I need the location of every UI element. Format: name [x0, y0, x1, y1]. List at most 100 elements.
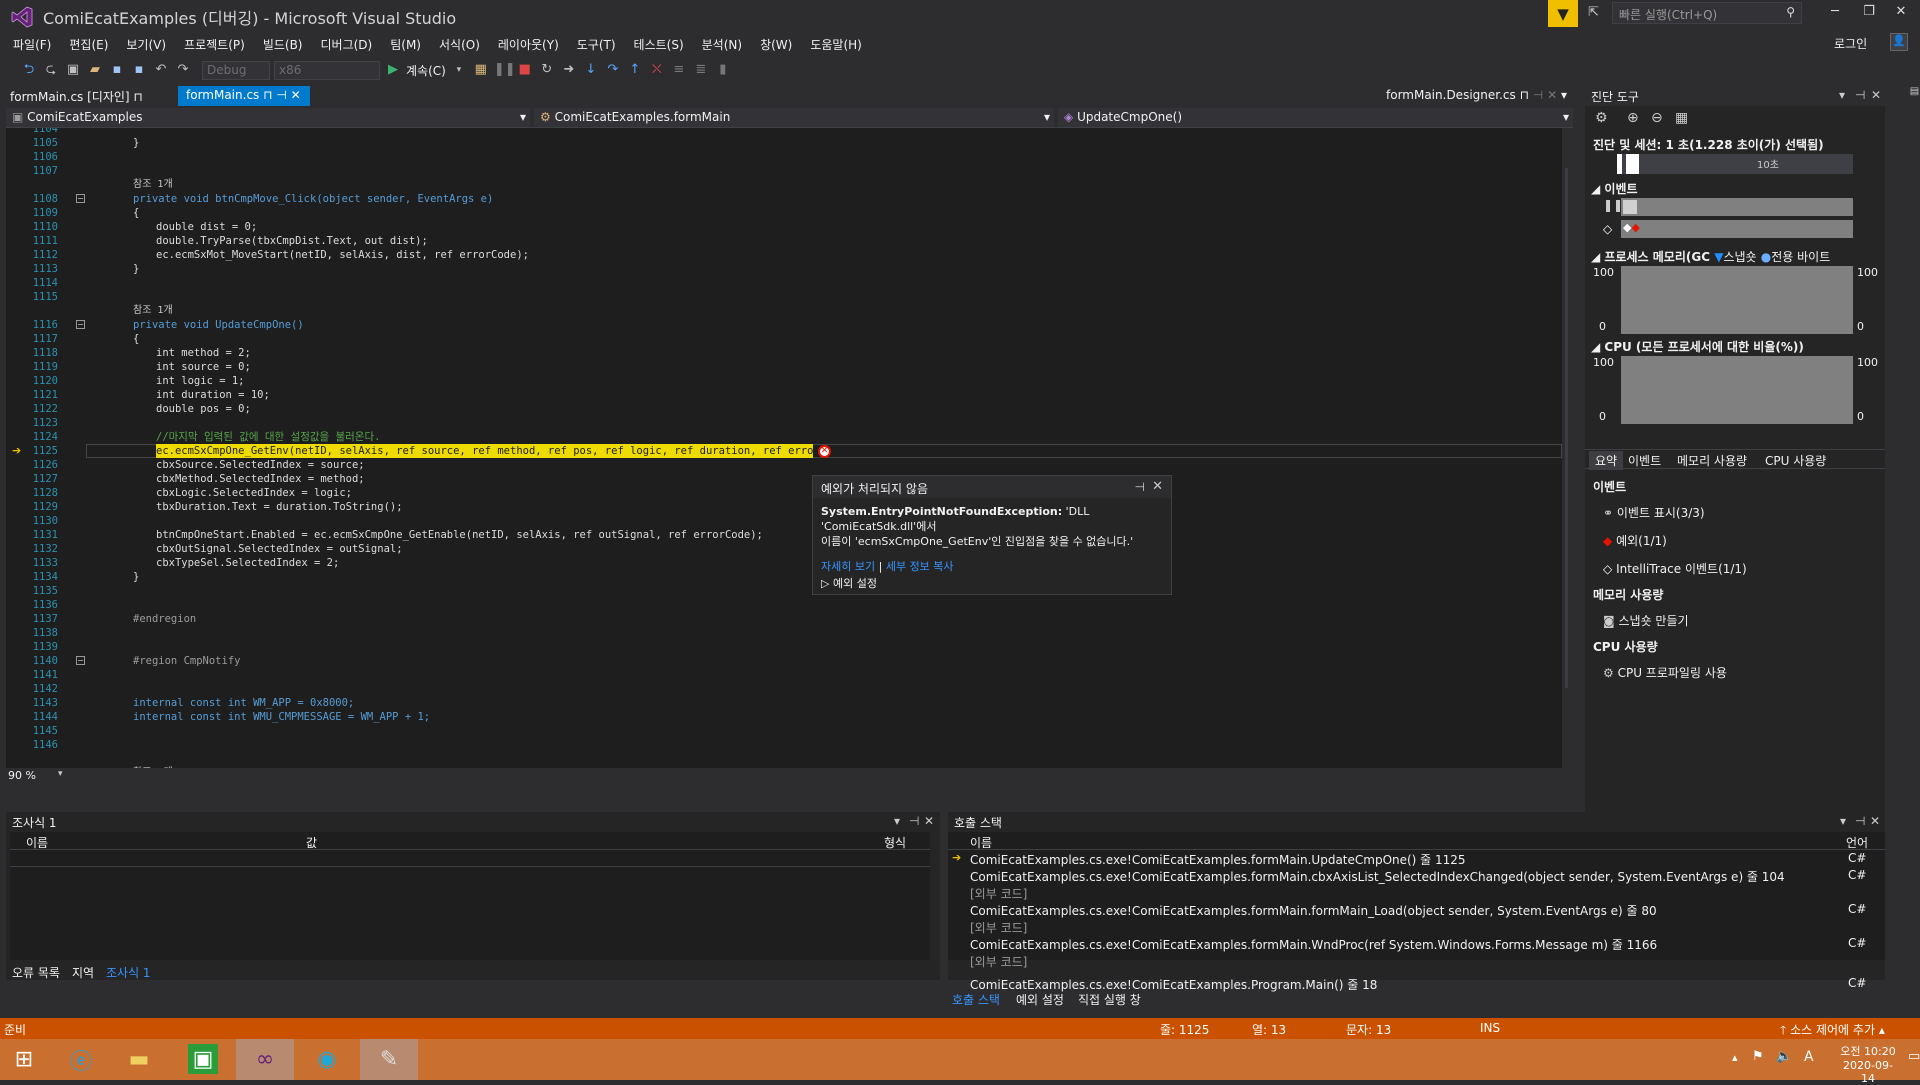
network-icon[interactable]: ⚑ — [1752, 1049, 1764, 1064]
tab-pin-icon[interactable]: ⊣ — [1533, 88, 1543, 102]
edge-icon[interactable]: ◉ — [298, 1039, 356, 1080]
open-file-icon[interactable]: ▰ — [86, 61, 104, 79]
project-dropdown[interactable]: ▣ ComiEcatExamples ▾ — [6, 108, 530, 127]
close-icon[interactable]: ✕ — [924, 814, 934, 828]
call-stack-row[interactable]: ➔ ComiEcatExamples.cs.exe!ComiEcatExample… — [948, 851, 1885, 868]
menu-build[interactable]: 빌드(B) — [254, 36, 312, 53]
chevron-down-icon[interactable]: ▾ — [1840, 814, 1846, 828]
tab-immediate-window[interactable]: 직접 실행 창 — [1078, 991, 1141, 1008]
notification-icon[interactable]: ▭ — [1908, 1049, 1920, 1064]
tab-exception-settings[interactable]: 예외 설정 — [1016, 991, 1064, 1008]
cpu-profiling-item[interactable]: ⚙ CPU 프로파일링 사용 — [1603, 664, 1727, 681]
breakpoint-toggle-icon[interactable]: ⛌ — [648, 61, 666, 79]
exceptions-item[interactable]: ◆ 예외(1/1) — [1603, 532, 1667, 549]
tab-pin-icon[interactable]: ⊣ — [276, 88, 286, 102]
code-editor[interactable]: 1104 1105 1106 1107 1108 1109 1110 1111 … — [6, 128, 1568, 784]
intellitrace-events-item[interactable]: ◇ IntelliTrace 이벤트(1/1) — [1603, 560, 1747, 577]
save-all-icon[interactable]: ▪ — [130, 61, 148, 79]
tab-formmain-cs[interactable]: formMain.cs ⊓ ⊣ ✕ — [178, 86, 310, 106]
show-next-statement-icon[interactable]: ➜ — [560, 61, 578, 79]
tab-call-stack[interactable]: 호출 스택 — [952, 991, 1000, 1008]
restore-button[interactable]: ❐ — [1854, 4, 1884, 19]
ime-indicator[interactable]: A — [1804, 1049, 1814, 1065]
menu-team[interactable]: 팀(M) — [381, 36, 430, 53]
tab-formmain-designer-cs[interactable]: formMain.Designer.cs ⊓ ⊣ ✕ ▾ — [1378, 86, 1575, 106]
chevron-down-icon[interactable]: ▾ — [894, 814, 900, 828]
forward-icon[interactable]: ⮎ — [42, 61, 60, 79]
events-section-header[interactable]: ◢ 이벤트 — [1591, 180, 1638, 197]
vertical-scrollbar[interactable] — [1562, 128, 1568, 784]
new-project-icon[interactable]: ▣ — [64, 61, 82, 79]
menu-debug[interactable]: 디버그(D) — [312, 36, 382, 53]
continue-button[interactable]: 계속(C) — [406, 62, 446, 79]
close-icon[interactable]: ✕ — [1547, 88, 1557, 102]
tab-watch-1[interactable]: 조사식 1 — [106, 964, 151, 981]
back-icon[interactable]: ⮌ — [20, 61, 38, 79]
chevron-down-icon[interactable]: ▾ — [1839, 88, 1845, 102]
menu-project[interactable]: 프로젝트(P) — [175, 36, 254, 53]
menu-test[interactable]: 테스트(S) — [625, 36, 693, 53]
call-stack-row[interactable]: ComiEcatExamples.cs.exe!ComiEcatExamples… — [948, 902, 1885, 919]
tab-locals[interactable]: 지역 — [72, 964, 94, 981]
menu-view[interactable]: 보기(V) — [117, 36, 175, 53]
close-icon[interactable]: ✕ — [291, 88, 301, 102]
take-snapshot-item[interactable]: ◙ 스냅숏 만들기 — [1603, 612, 1689, 629]
side-tool-strip[interactable]: ▤ — [1890, 86, 1920, 156]
codelens-references[interactable]: 참조 1개 — [133, 304, 173, 318]
menu-window[interactable]: 창(W) — [751, 36, 801, 53]
step-into-icon[interactable]: ↓ — [582, 61, 600, 79]
chevron-down-icon[interactable]: ▾ — [1561, 88, 1567, 102]
close-icon[interactable]: ✕ — [1871, 88, 1881, 102]
pin-icon[interactable]: ⊓ — [1520, 88, 1529, 102]
col-type[interactable]: 형식 — [884, 834, 906, 851]
volume-icon[interactable]: 🔈 — [1776, 1049, 1792, 1064]
tab-events[interactable]: 이벤트 — [1628, 452, 1661, 469]
cpu-chart[interactable] — [1621, 356, 1853, 424]
menu-format[interactable]: 서식(O) — [430, 36, 489, 53]
timeline-ruler[interactable]: 10초 — [1617, 154, 1853, 174]
clock[interactable]: 오전 10:20 2020-09-14 — [1838, 1043, 1898, 1085]
reset-view-icon[interactable]: ▦ — [1675, 110, 1688, 126]
redo-icon[interactable]: ↷ — [174, 61, 192, 79]
tab-formmain-designer[interactable]: formMain.cs [디자인] ⊓ — [2, 86, 151, 106]
call-stack-row[interactable]: [외부 코드] — [948, 885, 1885, 902]
step-out-icon[interactable]: ↑ — [626, 61, 644, 79]
dropdown-icon[interactable]: ▾ — [450, 61, 468, 79]
paint-app-icon[interactable]: ✎ — [360, 1039, 418, 1080]
copy-details-link[interactable]: 세부 정보 복사 — [886, 560, 954, 573]
show-events-item[interactable]: ⚭ 이벤트 표시(3/3) — [1603, 504, 1705, 521]
visual-studio-taskbar-icon[interactable]: ∞ — [236, 1039, 294, 1080]
pin-icon[interactable]: ⊓ — [263, 88, 272, 102]
tab-error-list[interactable]: 오류 목록 — [12, 964, 60, 981]
scrollbar-thumb[interactable] — [1565, 168, 1568, 688]
pin-icon[interactable]: ⊣ — [1855, 814, 1865, 828]
call-stack-row[interactable]: ComiEcatExamples.cs.exe!ComiEcatExamples… — [948, 936, 1885, 953]
close-icon[interactable]: ✕ — [1870, 814, 1880, 828]
tab-summary[interactable]: 요약 — [1589, 451, 1624, 470]
exception-error-icon[interactable]: ✕ — [818, 445, 831, 458]
bookmark-icon[interactable]: ▮ — [714, 61, 732, 79]
menu-edit[interactable]: 편집(E) — [60, 36, 117, 53]
pause-icon[interactable]: ❚❚ — [494, 61, 516, 79]
account-icon[interactable]: 👤 — [1890, 33, 1908, 51]
notification-filter-icon[interactable]: ▼ — [1548, 0, 1578, 27]
restart-icon[interactable]: ↻ — [538, 61, 556, 79]
menu-tools[interactable]: 도구(T) — [568, 36, 625, 53]
cpu-section-header[interactable]: ◢ CPU (모든 프로세서에 대한 비율(%)) — [1591, 338, 1804, 355]
call-stack-row[interactable]: ComiEcatExamples.cs.exe!ComiEcatExamples… — [948, 868, 1885, 885]
timeline-selection[interactable] — [1617, 154, 1639, 174]
collapse-icon[interactable]: − — [76, 194, 85, 203]
store-icon[interactable]: ▣ — [188, 1044, 218, 1074]
pin-icon[interactable]: ⊣ — [909, 814, 919, 828]
call-stack-grid[interactable]: 이름 언어 ➔ ComiEcatExamples.cs.exe!ComiEcatE… — [948, 832, 1885, 969]
platform-select[interactable]: x86 — [274, 60, 380, 80]
close-icon[interactable]: ✕ — [1152, 479, 1163, 494]
uncomment-icon[interactable]: ≣ — [692, 61, 710, 79]
menu-analyze[interactable]: 분석(N) — [693, 36, 751, 53]
call-stack-row[interactable]: [외부 코드] — [948, 919, 1885, 936]
tab-cpu-usage[interactable]: CPU 사용량 — [1765, 452, 1826, 469]
watch-empty-row[interactable] — [10, 851, 930, 867]
col-language[interactable]: 언어 — [1846, 834, 1868, 851]
zoom-level[interactable]: 90 % — [8, 769, 36, 782]
member-dropdown[interactable]: ◈ UpdateCmpOne() ▾ — [1058, 108, 1573, 127]
